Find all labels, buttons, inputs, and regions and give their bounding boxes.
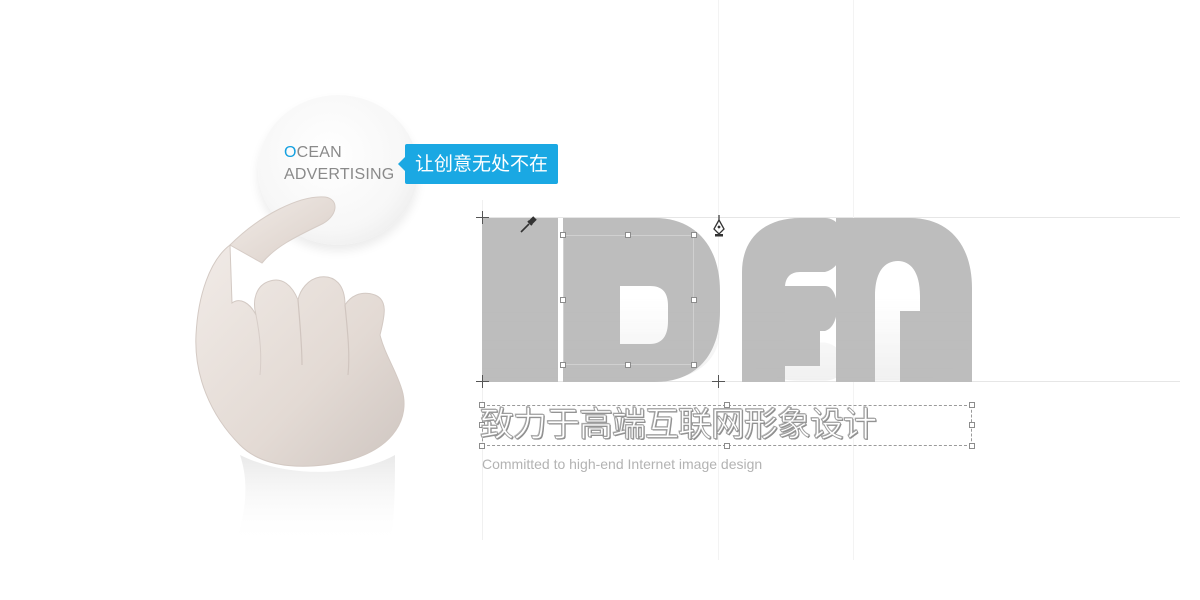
brand-line1: CEAN (296, 144, 342, 161)
selection-handle (625, 232, 631, 238)
selection-handle (560, 297, 566, 303)
selection-handle (691, 297, 697, 303)
selection-handle (691, 232, 697, 238)
crosshair-icon (712, 375, 725, 388)
eyedropper-icon (520, 216, 537, 233)
selection-frame (560, 232, 697, 368)
selection-handle (560, 232, 566, 238)
slogan-english: Committed to high-end Internet image des… (482, 456, 763, 472)
slogan-chinese: 致力于高端互联网形象设计 (480, 405, 878, 446)
hero-banner: OCEAN ADVERTISING 让创意无处不在 致力于高端互联网形象设计 C… (0, 0, 1200, 600)
brand-logo-text: OCEAN ADVERTISING (284, 142, 414, 186)
selection-handle (560, 362, 566, 368)
brand-line2: ADVERTISING (284, 166, 395, 183)
slogan-bubble: 让创意无处不在 (397, 144, 559, 184)
selection-handle (691, 362, 697, 368)
selection-handle (625, 362, 631, 368)
crosshair-icon (476, 211, 489, 224)
pen-tool-icon (713, 215, 725, 237)
idea-reflection (482, 264, 972, 381)
crosshair-icon (476, 375, 489, 388)
hand-illustration (195, 196, 405, 545)
brand-accent-letter: O (284, 144, 297, 161)
